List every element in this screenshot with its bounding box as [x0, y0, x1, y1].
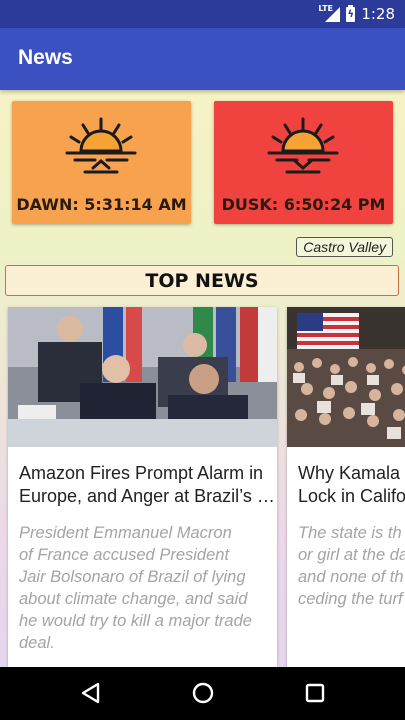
article-image [287, 307, 405, 447]
article-description: The state is th or girl at the da and no… [298, 522, 405, 610]
dawn-label: DAWN: 5:31:14 AM [16, 195, 187, 214]
article-description-line: of France accused President [19, 546, 230, 564]
article-description-line: ceding the turf [298, 590, 403, 608]
article-title: Why Kamala H Lock in Califo [298, 462, 405, 508]
status-bar: LTE ϟ 1:28 [0, 0, 405, 28]
recents-icon[interactable] [303, 681, 327, 705]
article-title: Amazon Fires Prompt Alarm in Europe, and… [19, 462, 275, 508]
location-label[interactable]: Castro Valley [296, 237, 393, 257]
news-card[interactable]: Why Kamala H Lock in Califo The state is… [287, 307, 405, 667]
battery-icon: ϟ [346, 4, 356, 22]
article-description-line: he would try to kill a major trade [19, 612, 252, 630]
sunset-icon [267, 117, 339, 174]
article-title-line: Europe, and Anger at Brazil’s … [19, 486, 275, 506]
news-card[interactable]: Amazon Fires Prompt Alarm in Europe, and… [8, 307, 277, 667]
article-image [8, 307, 277, 447]
back-icon[interactable] [79, 681, 103, 705]
article-title-line: Why Kamala H [298, 463, 405, 483]
status-icons: LTE ϟ 1:28 [318, 4, 395, 23]
article-title-line: Amazon Fires Prompt Alarm in [19, 463, 264, 483]
app-title: News [18, 46, 73, 69]
section-header-top-news: TOP NEWS [5, 265, 399, 296]
sunrise-icon [65, 117, 137, 174]
article-description-line: deal. [19, 634, 55, 652]
article-description-line: about climate change, and said [19, 590, 248, 608]
signal-icon: LTE [318, 4, 341, 22]
article-description-line: and none of th [298, 568, 404, 586]
article-description-line: The state is th [298, 524, 402, 542]
dusk-card[interactable]: DUSK: 6:50:24 PM [214, 101, 393, 224]
dawn-card[interactable]: DAWN: 5:31:14 AM [12, 101, 191, 224]
article-description-line: President Emmanuel Macron [19, 524, 232, 542]
app-bar: News [0, 28, 405, 90]
article-title-line: Lock in Califo [298, 486, 405, 506]
navigation-bar [0, 667, 405, 720]
article-description-line: Jair Bolsonaro of Brazil of lying [19, 568, 246, 586]
article-description-line: or girl at the da [298, 546, 405, 564]
home-icon[interactable] [191, 681, 215, 705]
dusk-label: DUSK: 6:50:24 PM [221, 195, 386, 214]
clock: 1:28 [361, 5, 395, 23]
article-description: President Emmanuel Macron of France accu… [19, 522, 275, 654]
